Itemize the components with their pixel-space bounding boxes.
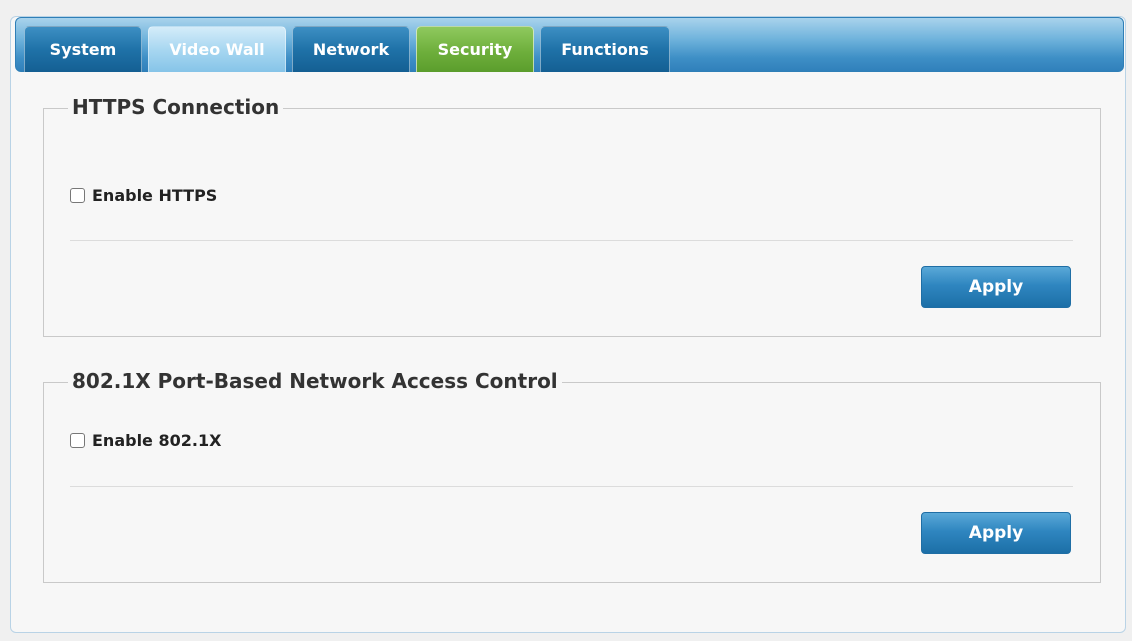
enable-8021x-checkbox[interactable] xyxy=(70,433,85,448)
section-title: HTTPS Connection xyxy=(68,95,284,119)
enable-8021x-row: Enable 802.1X xyxy=(70,431,221,450)
tab-bar: System Video Wall Network Security Funct… xyxy=(15,17,1124,72)
https-connection-section: HTTPS Connection Enable HTTPS Apply xyxy=(43,95,1101,337)
enable-https-checkbox[interactable] xyxy=(70,188,85,203)
tab-system[interactable]: System xyxy=(24,26,142,72)
tab-functions[interactable]: Functions xyxy=(540,26,670,72)
enable-https-row: Enable HTTPS xyxy=(70,186,217,205)
tab-security[interactable]: Security xyxy=(416,26,534,72)
enable-https-label[interactable]: Enable HTTPS xyxy=(92,186,217,205)
apply-button[interactable]: Apply xyxy=(921,266,1071,308)
dot1x-section: 802.1X Port-Based Network Access Control… xyxy=(43,369,1101,583)
tab-video-wall[interactable]: Video Wall xyxy=(148,26,286,72)
section-title: 802.1X Port-Based Network Access Control xyxy=(68,369,562,393)
tab-network[interactable]: Network xyxy=(292,26,410,72)
enable-8021x-label[interactable]: Enable 802.1X xyxy=(92,431,221,450)
divider xyxy=(70,240,1073,241)
settings-panel: System Video Wall Network Security Funct… xyxy=(10,16,1126,633)
divider xyxy=(70,486,1073,487)
apply-button[interactable]: Apply xyxy=(921,512,1071,554)
